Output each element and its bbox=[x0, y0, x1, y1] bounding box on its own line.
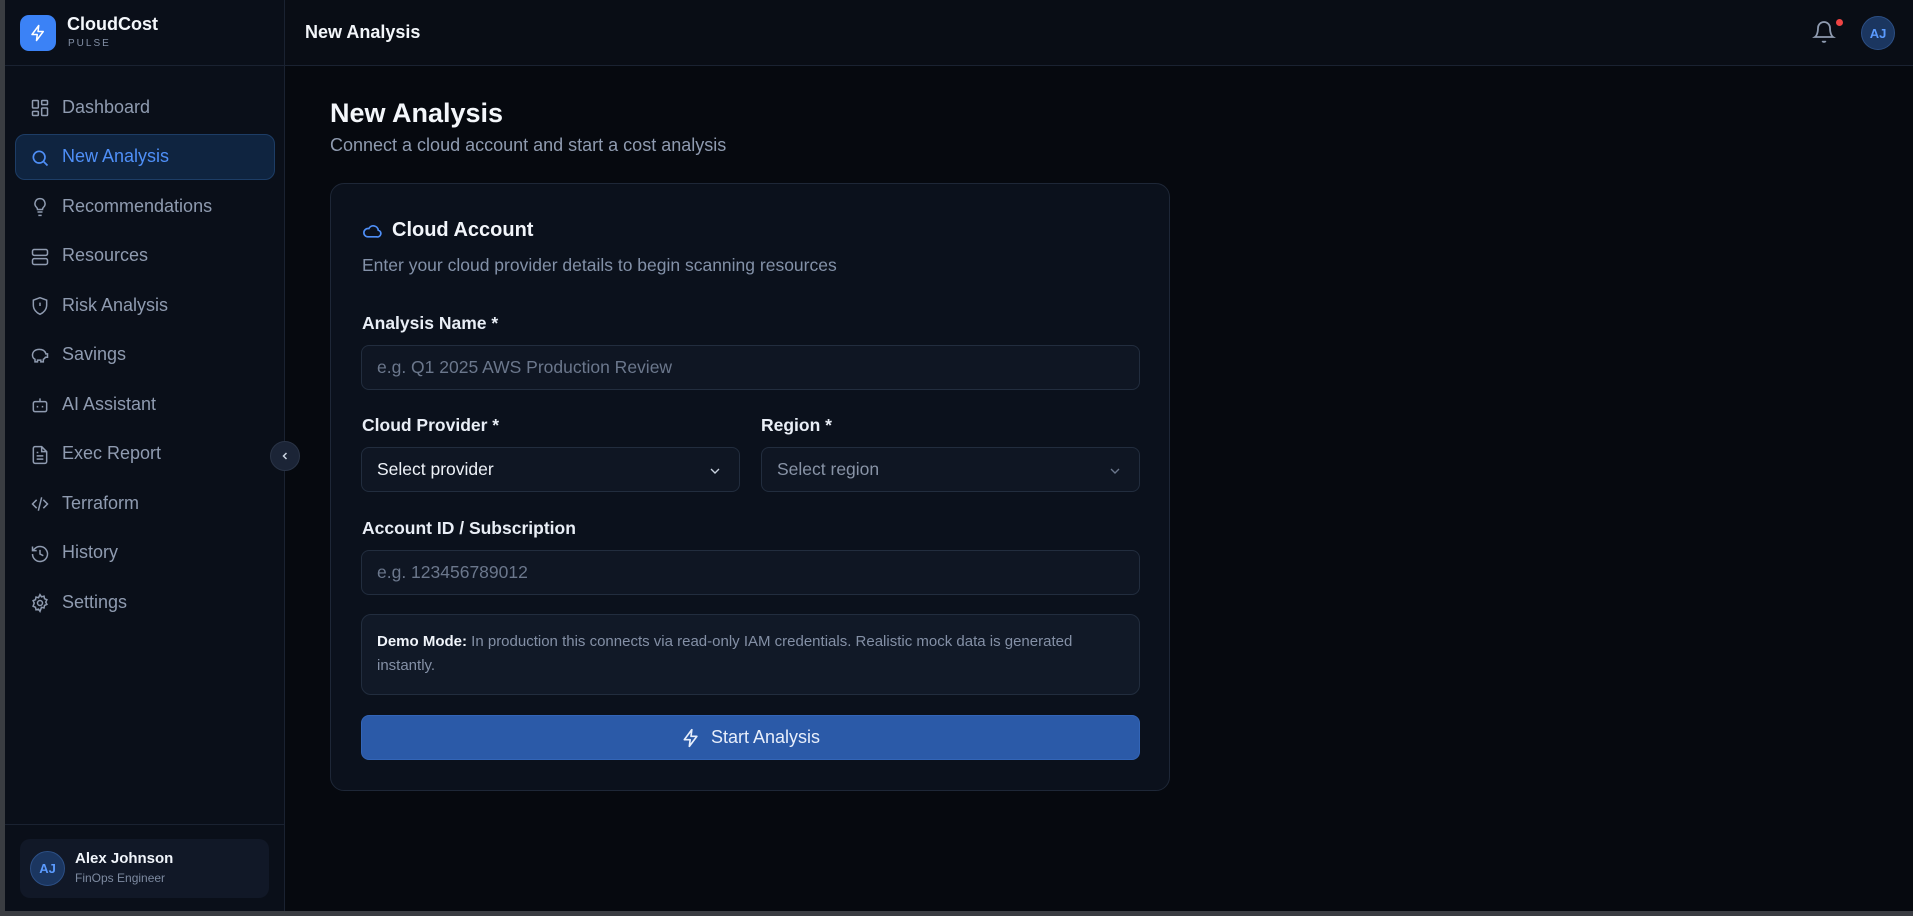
sidebar-item-recommendations[interactable]: Recommendations bbox=[15, 183, 275, 229]
user-role: FinOps Engineer bbox=[75, 871, 166, 885]
sidebar-item-label: History bbox=[62, 542, 119, 562]
avatar: AJ bbox=[30, 851, 65, 886]
sidebar-item-label: Resources bbox=[62, 245, 149, 265]
topbar-title: New Analysis bbox=[305, 22, 421, 42]
sidebar-item-label: New Analysis bbox=[62, 146, 170, 166]
cloud-icon bbox=[363, 224, 382, 238]
piggy-bank-icon bbox=[31, 348, 49, 363]
bot-icon bbox=[32, 398, 48, 413]
region-value: Select region bbox=[777, 459, 880, 479]
sidebar-item-label: Terraform bbox=[62, 492, 140, 513]
page-subtitle: Connect a cloud account and start a cost… bbox=[330, 135, 727, 155]
sidebar-item-label: Dashboard bbox=[62, 96, 151, 117]
sidebar-item-resources[interactable]: Resources bbox=[15, 233, 275, 279]
cloud-provider-select[interactable]: Select provider bbox=[361, 447, 740, 492]
divider bbox=[0, 824, 285, 825]
start-analysis-button[interactable]: Start Analysis bbox=[361, 715, 1140, 760]
start-analysis-label: Start Analysis bbox=[710, 727, 821, 747]
bell-icon[interactable] bbox=[1812, 20, 1836, 44]
topbar: New Analysis AJ bbox=[285, 0, 1913, 66]
user-name: Alex Johnson bbox=[75, 850, 174, 867]
account-id-label: Account ID / Subscription bbox=[362, 518, 576, 538]
shield-icon bbox=[32, 296, 48, 316]
sidebar-item-label: Settings bbox=[62, 591, 128, 612]
sidebar-item-label: Risk Analysis bbox=[62, 294, 169, 315]
cloud-account-card: Cloud Account Enter your cloud provider … bbox=[330, 183, 1170, 791]
sidebar-item-terraform[interactable]: Terraform bbox=[15, 480, 275, 526]
lightbulb-icon bbox=[34, 197, 46, 217]
sidebar: CloudCost PULSE Dashboard New Analysis R… bbox=[0, 0, 285, 916]
sidebar-collapse-button[interactable] bbox=[270, 441, 300, 471]
sidebar-nav: Dashboard New Analysis Recommendations R… bbox=[15, 84, 275, 629]
sidebar-item-savings[interactable]: Savings bbox=[15, 332, 275, 378]
main-content: New Analysis Connect a cloud account and… bbox=[285, 66, 1913, 916]
sidebar-item-label: Savings bbox=[62, 344, 127, 364]
page-title: New Analysis bbox=[330, 98, 504, 128]
sidebar-item-exec-report[interactable]: Exec Report bbox=[15, 431, 275, 477]
brand: CloudCost PULSE bbox=[0, 0, 285, 66]
region-select[interactable]: Select region bbox=[761, 447, 1140, 492]
chevron-down-icon bbox=[710, 468, 720, 474]
sidebar-item-label: AI Assistant bbox=[62, 393, 157, 414]
sidebar-item-new-analysis[interactable]: New Analysis bbox=[15, 133, 275, 180]
sidebar-item-label: Exec Report bbox=[62, 443, 162, 463]
file-text-icon bbox=[32, 445, 48, 464]
demo-mode-notice: Demo Mode: In production this connects v… bbox=[361, 614, 1140, 695]
analysis-name-input[interactable] bbox=[361, 345, 1140, 390]
brand-logo[interactable] bbox=[20, 15, 56, 51]
notification-badge bbox=[1836, 19, 1843, 26]
brand-name: CloudCost bbox=[67, 14, 158, 34]
demo-mode-text: In production this connects via read-onl… bbox=[377, 633, 1073, 674]
sidebar-item-label: Recommendations bbox=[62, 195, 213, 216]
sidebar-item-risk-analysis[interactable]: Risk Analysis bbox=[15, 282, 275, 328]
cloud-provider-label: Cloud Provider * bbox=[362, 415, 500, 435]
brand-subtitle: PULSE bbox=[68, 38, 111, 49]
zap-icon bbox=[31, 24, 44, 42]
sidebar-item-dashboard[interactable]: Dashboard bbox=[15, 84, 275, 130]
chevron-down-icon bbox=[1110, 468, 1120, 474]
cloud-provider-value: Select provider bbox=[377, 459, 494, 479]
code-icon bbox=[31, 497, 49, 511]
sidebar-item-ai-assistant[interactable]: AI Assistant bbox=[15, 381, 275, 427]
history-icon bbox=[31, 545, 49, 562]
server-icon bbox=[31, 248, 49, 265]
card-description: Enter your cloud provider details to beg… bbox=[362, 255, 837, 275]
analysis-name-label: Analysis Name * bbox=[362, 313, 499, 333]
gear-icon bbox=[32, 593, 48, 613]
sidebar-item-history[interactable]: History bbox=[15, 530, 275, 576]
user-profile-card[interactable]: AJ Alex Johnson FinOps Engineer bbox=[20, 839, 269, 898]
dashboard-icon bbox=[31, 99, 49, 117]
chevron-left-icon bbox=[282, 452, 288, 460]
card-title: Cloud Account bbox=[392, 219, 534, 241]
zap-icon bbox=[683, 728, 698, 747]
demo-mode-title: Demo Mode: bbox=[377, 633, 467, 650]
avatar[interactable]: AJ bbox=[1861, 16, 1895, 50]
account-id-input[interactable] bbox=[361, 550, 1140, 595]
sidebar-item-settings[interactable]: Settings bbox=[15, 579, 275, 625]
card-header: Cloud Account bbox=[362, 219, 533, 242]
region-label: Region * bbox=[761, 415, 832, 435]
search-icon bbox=[32, 150, 49, 166]
